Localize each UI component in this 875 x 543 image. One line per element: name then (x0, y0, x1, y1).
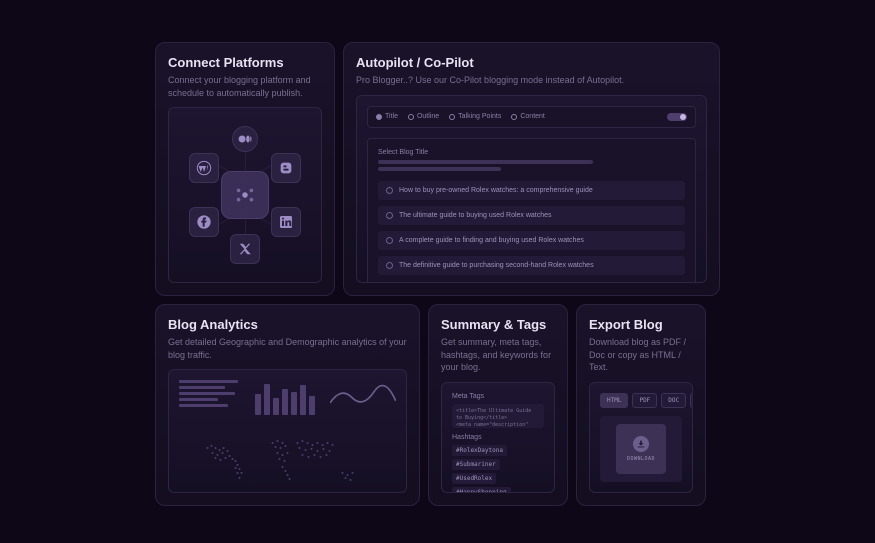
medium-icon[interactable] (232, 126, 258, 152)
analytics-desc: Get detailed Geographic and Demographic … (168, 336, 407, 361)
radio-icon (386, 237, 393, 244)
world-map-viz (179, 423, 396, 493)
export-desc: Download blog as PDF / Doc or copy as HT… (589, 336, 693, 374)
download-button[interactable]: DOWNLOAD (616, 424, 666, 474)
connect-desc: Connect your blogging platform and sched… (168, 74, 322, 99)
meta-code-box: <title>The Ultimate Guide to Buying</tit… (452, 404, 544, 428)
export-tab-html[interactable]: HTML (600, 393, 628, 408)
autopilot-desc: Pro Blogger..? Use our Co-Pilot blogging… (356, 74, 707, 87)
line-chart-viz (330, 380, 396, 415)
blogger-icon[interactable] (271, 153, 301, 183)
radio-icon (511, 114, 517, 120)
download-area: DOWNLOAD (600, 416, 682, 482)
linkedin-icon[interactable] (271, 207, 301, 237)
radio-icon (386, 187, 393, 194)
hashtag[interactable]: #HappyShopping (452, 487, 511, 493)
radio-icon (408, 114, 414, 120)
tab-title[interactable]: Title (376, 113, 398, 120)
download-label: DOWNLOAD (627, 456, 655, 462)
meta-tags-label: Meta Tags (452, 393, 544, 400)
export-tab-doc[interactable]: DOC (661, 393, 686, 408)
connect-preview (168, 107, 322, 283)
export-card: Export Blog Download blog as PDF / Doc o… (576, 304, 706, 506)
hashtag[interactable]: #Submariner (452, 459, 500, 470)
tab-talking-points[interactable]: Talking Points (449, 113, 501, 120)
skeleton-line (378, 160, 593, 164)
analytics-card: Blog Analytics Get detailed Geographic a… (155, 304, 420, 506)
skeleton-line (378, 167, 501, 171)
download-icon (633, 436, 649, 452)
hashtag[interactable]: #RolexDaytona (452, 445, 507, 456)
radio-icon (386, 262, 393, 269)
summary-title: Summary & Tags (441, 317, 555, 332)
title-option[interactable]: How to buy pre-owned Rolex watches: a co… (378, 181, 685, 200)
x-icon[interactable] (230, 234, 260, 264)
connect-platforms-card: Connect Platforms Connect your blogging … (155, 42, 335, 296)
autopilot-preview: Title Outline Talking Points Content Sel… (356, 95, 707, 283)
connect-title: Connect Platforms (168, 55, 322, 70)
mode-toggle[interactable] (667, 113, 687, 121)
autopilot-title: Autopilot / Co-Pilot (356, 55, 707, 70)
wordpress-icon[interactable] (189, 153, 219, 183)
hashtag[interactable]: #UsedRolex (452, 473, 496, 484)
export-tab-pdf[interactable]: PDF (632, 393, 657, 408)
summary-preview: Meta Tags <title>The Ultimate Guide to B… (441, 382, 555, 493)
analytics-title: Blog Analytics (168, 317, 407, 332)
export-format-tabs: HTML PDF DOC TEXT (600, 393, 682, 408)
tab-outline[interactable]: Outline (408, 113, 439, 120)
autopilot-card: Autopilot / Co-Pilot Pro Blogger..? Use … (343, 42, 720, 296)
title-option[interactable]: A complete guide to finding and buying u… (378, 231, 685, 250)
export-title: Export Blog (589, 317, 693, 332)
facebook-icon[interactable] (189, 207, 219, 237)
autopilot-body: Select Blog Title How to buy pre-owned R… (367, 138, 696, 283)
title-option[interactable]: The ultimate guide to buying used Rolex … (378, 206, 685, 225)
hashtags-label: Hashtags (452, 434, 544, 441)
analytics-preview (168, 369, 407, 493)
tab-content[interactable]: Content (511, 113, 545, 120)
export-preview: HTML PDF DOC TEXT DOWNLOAD (589, 382, 693, 493)
export-tab-text[interactable]: TEXT (690, 393, 693, 408)
select-title-label: Select Blog Title (378, 149, 685, 156)
radio-icon (449, 114, 455, 120)
horizontal-bars-viz (179, 380, 245, 415)
summary-card: Summary & Tags Get summary, meta tags, h… (428, 304, 568, 506)
vertical-bars-viz (255, 380, 321, 415)
summary-desc: Get summary, meta tags, hashtags, and ke… (441, 336, 555, 374)
radio-icon (386, 212, 393, 219)
autopilot-tabs: Title Outline Talking Points Content (367, 106, 696, 128)
hashtags-row: #RolexDaytona #Submariner #UsedRolex #Ha… (452, 445, 544, 493)
title-option[interactable]: The definitive guide to purchasing secon… (378, 256, 685, 275)
radio-icon (376, 114, 382, 120)
